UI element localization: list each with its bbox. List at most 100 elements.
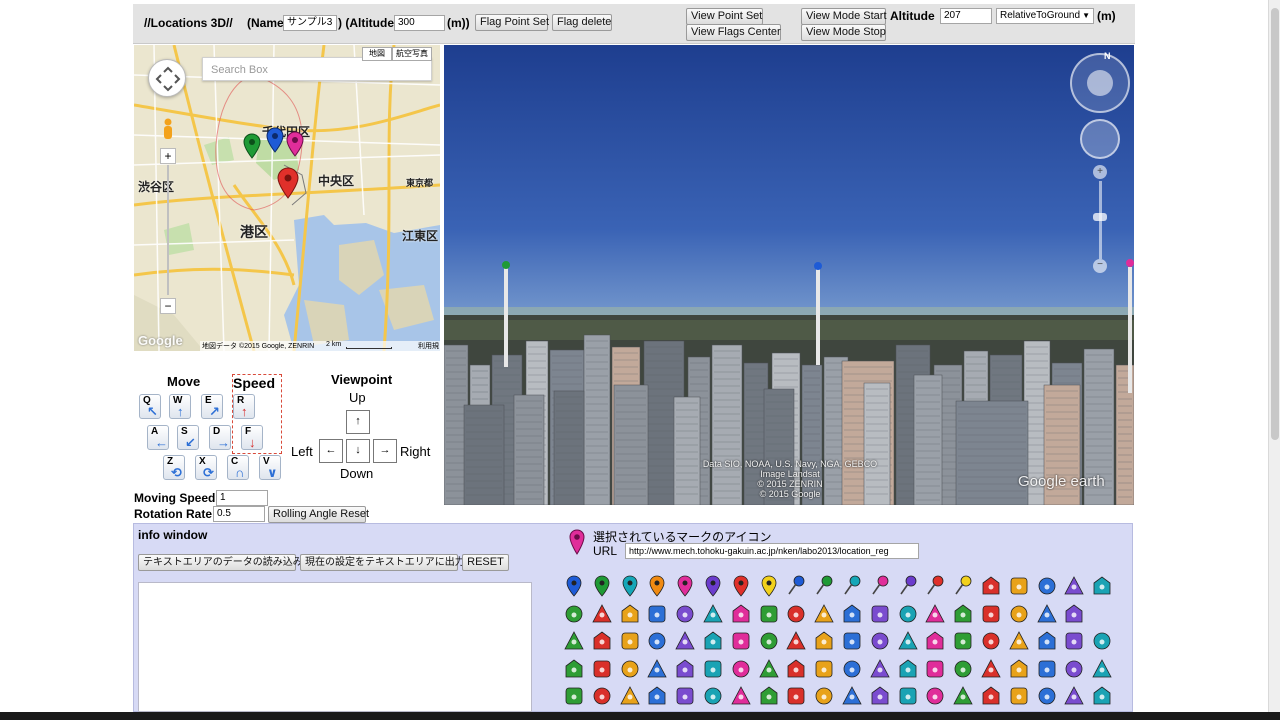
lodging-icon[interactable]	[645, 629, 669, 653]
view-mode-start-button[interactable]: View Mode Start	[801, 8, 887, 25]
key-w-button[interactable]: W ↑	[169, 394, 191, 419]
target-icon[interactable]	[729, 629, 753, 653]
person-icon[interactable]	[840, 657, 864, 681]
surfing-icon[interactable]	[1007, 684, 1031, 708]
picnic-icon[interactable]	[1090, 657, 1114, 681]
restaurant-icon[interactable]	[1035, 657, 1059, 681]
toys-icon[interactable]	[784, 684, 808, 708]
key-d-button[interactable]: D →	[209, 425, 231, 450]
load-textarea-button[interactable]: テキストエリアのデータの読み込み	[138, 554, 303, 571]
pushpin-green-icon[interactable]	[812, 574, 836, 598]
phone-icon[interactable]	[645, 657, 669, 681]
data-textarea[interactable]	[138, 582, 532, 712]
car-icon[interactable]	[757, 629, 781, 653]
moving-speed-input[interactable]: 1	[216, 490, 268, 506]
earth-3d-view[interactable]: N + − Data SIO, NOAA, U.S. Navy, NGA, GE…	[444, 45, 1134, 505]
altitude-mode-select[interactable]: RelativeToGround ▼	[996, 8, 1094, 24]
sunrise-icon[interactable]	[1062, 684, 1086, 708]
key-f-button[interactable]: F ↓	[241, 425, 263, 450]
map-terms-link[interactable]: 利用規約	[418, 341, 440, 351]
help-icon[interactable]	[701, 684, 725, 708]
pin-yellow-icon[interactable]	[757, 574, 781, 598]
cycling-icon[interactable]	[673, 602, 697, 626]
viewpoint-down-button[interactable]: ↓	[346, 439, 370, 463]
telephone-icon[interactable]	[1062, 657, 1086, 681]
key-q-button[interactable]: Q ↖	[139, 394, 161, 419]
map-zoom-in-button[interactable]: +	[160, 148, 176, 164]
tram-icon[interactable]	[729, 684, 753, 708]
flag-marker-green[interactable]	[502, 261, 510, 269]
key-v-button[interactable]: V ∨	[259, 455, 281, 480]
post-office-icon[interactable]	[645, 684, 669, 708]
laundry-icon[interactable]	[868, 629, 892, 653]
no-entry-icon[interactable]	[757, 602, 781, 626]
parking-icon[interactable]	[840, 629, 864, 653]
name-input[interactable]: サンプル3	[283, 15, 337, 31]
pegman-icon[interactable]	[162, 118, 174, 140]
key-x-button[interactable]: X ⟳	[195, 455, 217, 480]
reset-button[interactable]: RESET	[462, 554, 509, 571]
altitude-input[interactable]: 300	[394, 15, 445, 31]
pushpin-red-icon[interactable]	[923, 574, 947, 598]
cocktail-icon[interactable]	[1007, 574, 1031, 598]
pushpin-pink-icon[interactable]	[868, 574, 892, 598]
viewpoint-up-button[interactable]: ↑	[346, 410, 370, 434]
photo-icon[interactable]	[1090, 629, 1114, 653]
flag-delete-button[interactable]: Flag delete	[552, 14, 612, 31]
taxi-icon[interactable]	[1062, 574, 1086, 598]
globe-zoom-handle[interactable]	[1093, 213, 1107, 221]
baggage-icon[interactable]	[618, 684, 642, 708]
library-icon[interactable]	[784, 629, 808, 653]
pushpin-purple-icon[interactable]	[896, 574, 920, 598]
map-pin-red[interactable]	[277, 167, 299, 199]
home-icon[interactable]	[1062, 602, 1086, 626]
shopping-icon[interactable]	[645, 602, 669, 626]
scrollbar-thumb[interactable]	[1271, 8, 1279, 440]
key-a-button[interactable]: A ←	[147, 425, 169, 450]
lookout-icon[interactable]	[1062, 629, 1086, 653]
snowflake-icon[interactable]	[1007, 629, 1031, 653]
view-flags-center-button[interactable]: View Flags Center	[686, 24, 781, 41]
pushpin-teal-icon[interactable]	[840, 574, 864, 598]
bed-icon[interactable]	[812, 657, 836, 681]
map-type-satellite-button[interactable]: 航空写真	[392, 47, 432, 61]
golf-icon[interactable]	[979, 602, 1003, 626]
camera-icon[interactable]	[1090, 574, 1114, 598]
mail-icon[interactable]	[673, 684, 697, 708]
look-control[interactable]: N	[1070, 51, 1130, 113]
bike-icon[interactable]	[923, 657, 947, 681]
camping-icon[interactable]	[562, 602, 586, 626]
toilet-seat-icon[interactable]	[923, 684, 947, 708]
caution-icon[interactable]	[590, 602, 614, 626]
pin-blue-icon[interactable]	[562, 574, 586, 598]
star-icon[interactable]	[951, 684, 975, 708]
airplane-arrow-icon[interactable]	[590, 684, 614, 708]
map-pan-control[interactable]	[148, 59, 186, 97]
drinks-icon[interactable]	[729, 602, 753, 626]
vertical-scrollbar[interactable]	[1268, 0, 1280, 720]
bridge-icon[interactable]	[868, 684, 892, 708]
bus-icon[interactable]	[1035, 574, 1059, 598]
key-e-button[interactable]: E ↗	[201, 394, 223, 419]
view-point-set-button[interactable]: View Point Set	[686, 8, 763, 25]
pin-red-icon[interactable]	[729, 574, 753, 598]
flag-icon[interactable]	[951, 602, 975, 626]
tv-icon[interactable]	[784, 602, 808, 626]
flag-marker-magenta[interactable]	[1126, 259, 1134, 267]
glider-icon[interactable]	[1035, 602, 1059, 626]
viewpoint-left-button[interactable]: ←	[319, 439, 343, 463]
swimming-icon[interactable]	[1090, 684, 1114, 708]
pin-teal-icon[interactable]	[618, 574, 642, 598]
parking-p-icon[interactable]	[979, 657, 1003, 681]
map-type-map-button[interactable]: 地図	[362, 47, 392, 61]
convenience-icon[interactable]	[1007, 602, 1031, 626]
rolling-angle-reset-button[interactable]: Rolling Angle Reset	[268, 506, 369, 523]
police-icon[interactable]	[618, 657, 642, 681]
shopping-bag-icon[interactable]	[896, 684, 920, 708]
map-pin-magenta[interactable]	[286, 131, 304, 157]
globe-zoom-out-button[interactable]: −	[1093, 259, 1107, 273]
anchor-icon[interactable]	[868, 657, 892, 681]
car-front-icon[interactable]	[562, 657, 586, 681]
train-icon[interactable]	[701, 657, 725, 681]
pin-magenta-icon[interactable]	[673, 574, 697, 598]
